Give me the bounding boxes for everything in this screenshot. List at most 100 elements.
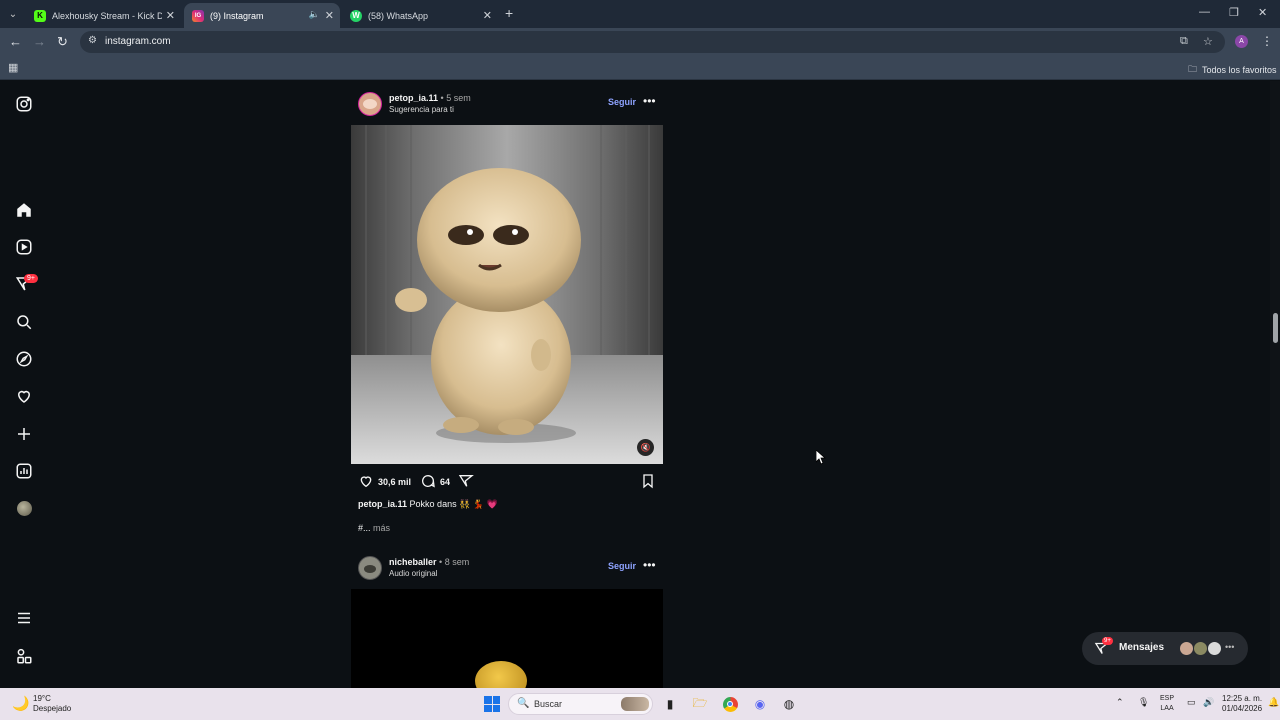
install-app-icon[interactable]: ⧉: [1180, 35, 1188, 48]
chrome-icon[interactable]: [721, 695, 739, 713]
restore-icon[interactable]: ❐: [1229, 6, 1239, 19]
all-bookmarks-label: Todos los favoritos: [1202, 65, 1277, 75]
heart-icon[interactable]: [14, 386, 34, 406]
messages-label: Mensajes: [1119, 642, 1165, 653]
microphone-icon[interactable]: 🎙: [1138, 697, 1149, 708]
obs-icon[interactable]: ◍: [780, 695, 798, 713]
post-header: petop_ia.11 • 5 sem Sugerencia para ti S…: [358, 92, 663, 120]
tab-whatsapp[interactable]: W (58) WhatsApp ✕: [342, 3, 498, 28]
more-options-icon[interactable]: •••: [643, 558, 656, 572]
like-count[interactable]: 30,6 mil: [378, 477, 411, 487]
profile-avatar-icon[interactable]: [14, 498, 34, 518]
post-video[interactable]: [351, 589, 663, 688]
mouse-cursor-icon: [816, 450, 826, 465]
site-info-icon[interactable]: ⚙: [88, 35, 97, 46]
like-heart-icon[interactable]: [358, 473, 374, 489]
also-from-meta-icon[interactable]: [14, 646, 34, 666]
speaker-mute-icon[interactable]: 🔈: [309, 9, 320, 20]
follow-button[interactable]: Seguir: [608, 97, 636, 107]
post-actions: 30,6 mil 64: [358, 473, 663, 491]
reload-icon[interactable]: ↻: [57, 34, 68, 50]
all-bookmarks-button[interactable]: 🗀 Todos los favoritos: [1188, 62, 1277, 78]
caption-hashtags: #... más: [358, 523, 390, 533]
scrollbar-thumb[interactable]: [1273, 313, 1278, 343]
discord-icon[interactable]: ◉: [751, 695, 769, 713]
post-video[interactable]: 🔇: [351, 125, 663, 464]
post-username[interactable]: nicheballer: [389, 557, 437, 567]
more-link[interactable]: más: [373, 523, 390, 533]
forward-arrow-icon[interactable]: →: [33, 34, 46, 49]
search-icon[interactable]: [14, 312, 34, 332]
comment-count[interactable]: 64: [440, 477, 450, 487]
windows-start-icon[interactable]: [484, 696, 500, 712]
post-author-avatar[interactable]: [358, 92, 382, 116]
minimize-icon[interactable]: —: [1199, 6, 1210, 18]
video-muted-icon[interactable]: 🔇: [637, 439, 654, 456]
post-subtitle: Audio original: [389, 569, 438, 578]
volume-icon[interactable]: 🔊: [1203, 697, 1214, 708]
post-video-frame: [351, 125, 663, 464]
explore-compass-icon[interactable]: [14, 349, 34, 369]
close-tab-icon[interactable]: ✕: [325, 9, 334, 22]
post-author[interactable]: petop_ia.11 • 5 sem: [389, 93, 471, 103]
system-clock[interactable]: 12:25 a. m. 01/04/2026: [1222, 694, 1262, 714]
screen: ⌄ K Alexhousky Stream - Kick Dashb ✕ IG …: [0, 0, 1280, 720]
file-explorer-icon[interactable]: 🗁: [691, 695, 709, 713]
weather-widget[interactable]: 19°C Despejado: [33, 694, 71, 714]
apps-grid-icon[interactable]: ▦: [8, 61, 18, 74]
more-options-icon[interactable]: •••: [643, 94, 656, 108]
input-language[interactable]: ESP LAA: [1160, 694, 1174, 714]
page-scrollbar[interactable]: [1270, 81, 1280, 688]
follow-button[interactable]: Seguir: [608, 561, 636, 571]
profile-avatar[interactable]: A: [1235, 35, 1248, 48]
share-send-icon[interactable]: [458, 473, 474, 489]
search-icon: 🔍: [517, 698, 530, 709]
browser-toolbar: ← → ↻ ⚙ instagram.com ⧉ ☆ A ⋮: [0, 28, 1280, 56]
post-author[interactable]: nicheballer • 8 sem: [389, 557, 469, 567]
new-tab-plus-icon[interactable]: +: [505, 5, 513, 21]
language-code: ESP: [1160, 695, 1175, 702]
close-tab-icon[interactable]: ✕: [166, 9, 175, 22]
caption-text: Pokko dans 👯 💃 💗: [409, 499, 498, 509]
post-subtitle: Sugerencia para ti: [389, 105, 454, 114]
post-author-avatar[interactable]: [358, 556, 382, 580]
post-header: nicheballer • 8 sem Audio original Segui…: [358, 556, 663, 584]
home-icon[interactable]: [14, 200, 34, 220]
close-tab-icon[interactable]: ✕: [483, 9, 492, 22]
bookmark-star-icon[interactable]: ☆: [1203, 35, 1213, 48]
post-username[interactable]: petop_ia.11: [389, 93, 438, 103]
comment-icon[interactable]: [420, 473, 436, 489]
dashboard-chart-icon[interactable]: [14, 461, 34, 481]
instagram-logo-icon[interactable]: [14, 94, 34, 114]
contact-avatar: [1193, 641, 1208, 656]
reels-icon[interactable]: [14, 237, 34, 257]
caption-username[interactable]: petop_ia.11: [358, 499, 407, 509]
close-window-icon[interactable]: ✕: [1258, 6, 1267, 19]
clock-time: 12:25 a. m.: [1222, 694, 1263, 703]
messages-button[interactable]: 9+ Mensajes •••: [1082, 632, 1248, 665]
notifications-badge: 9+: [24, 274, 38, 283]
save-bookmark-icon[interactable]: [640, 473, 656, 489]
contact-avatar: [1179, 641, 1194, 656]
kick-icon: K: [34, 9, 46, 22]
tab-instagram[interactable]: IG (9) Instagram 🔈 ✕: [184, 3, 340, 28]
address-bar[interactable]: ⚙ instagram.com ⧉ ☆: [80, 31, 1225, 53]
post-time: • 5 sem: [440, 93, 471, 103]
hashtag-text[interactable]: #...: [358, 523, 371, 533]
network-icon[interactable]: ▭: [1187, 697, 1196, 708]
task-view-icon[interactable]: ▮: [661, 695, 679, 713]
tab-kick[interactable]: K Alexhousky Stream - Kick Dashb ✕: [26, 3, 181, 28]
messages-badge: 9+: [1102, 637, 1113, 645]
more-menu-icon[interactable]: [14, 608, 34, 628]
moon-weather-icon[interactable]: 🌙: [12, 695, 29, 712]
browser-menu-icon[interactable]: ⋮: [1261, 34, 1273, 48]
taskbar-search[interactable]: 🔍 Buscar: [508, 693, 653, 715]
show-hidden-icons-chevron[interactable]: ⌃: [1116, 697, 1124, 708]
notifications-bell-icon[interactable]: 🔔: [1268, 697, 1279, 708]
create-plus-icon[interactable]: [14, 424, 34, 444]
bookmarks-bar: ▦ 🗀 Todos los favoritos: [0, 56, 1280, 80]
tab-title: Alexhousky Stream - Kick Dashb: [52, 10, 162, 21]
back-arrow-icon[interactable]: ←: [9, 34, 22, 49]
tab-search-chevron-icon[interactable]: ⌄: [4, 5, 22, 23]
url-text: instagram.com: [105, 36, 171, 47]
